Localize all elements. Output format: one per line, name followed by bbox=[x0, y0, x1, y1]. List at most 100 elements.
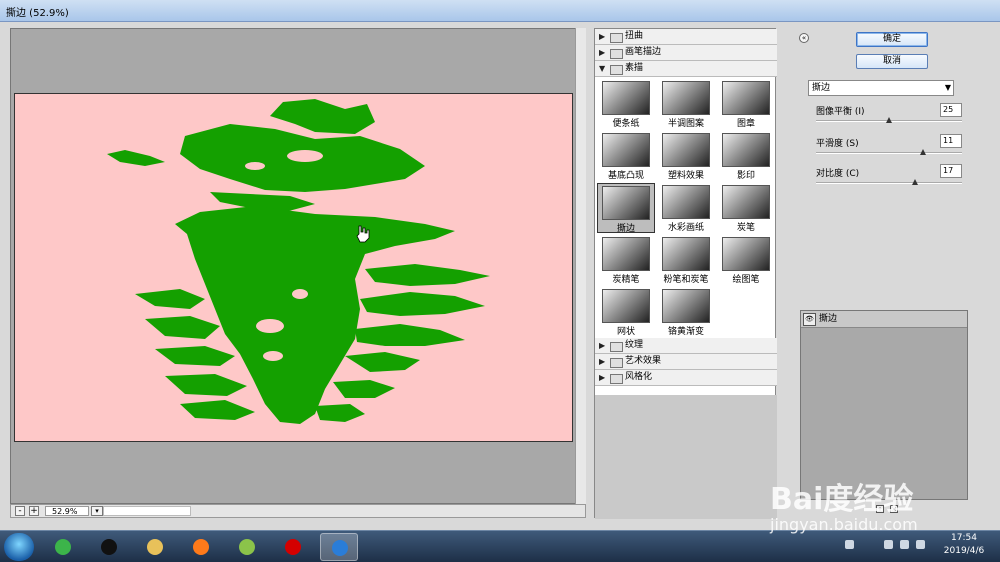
filter-preview-image bbox=[722, 133, 770, 167]
category-brush-strokes[interactable]: ▶ 画笔描边 bbox=[595, 45, 777, 61]
filter-thumb[interactable]: 塑料效果 bbox=[657, 131, 715, 181]
qq-icon bbox=[101, 539, 117, 555]
zoom-out-button[interactable]: - bbox=[15, 506, 25, 516]
cancel-button[interactable]: 取消 bbox=[856, 54, 928, 69]
filter-thumb[interactable]: 便条纸 bbox=[597, 79, 655, 129]
taskbar-app[interactable] bbox=[90, 533, 128, 561]
filter-preview-image bbox=[602, 186, 650, 220]
param-slider-smoothness[interactable] bbox=[816, 149, 962, 155]
taskbar-app[interactable] bbox=[274, 533, 312, 561]
ok-button[interactable]: 确定 bbox=[856, 32, 928, 47]
filter-thumb[interactable]: 炭笔 bbox=[717, 183, 775, 233]
zoom-in-button[interactable]: + bbox=[29, 506, 39, 516]
filter-thumb[interactable]: 水彩画纸 bbox=[657, 183, 715, 233]
filter-thumb[interactable]: 半调图案 bbox=[657, 79, 715, 129]
filter-thumb-label: 撕边 bbox=[616, 224, 635, 234]
category-artistic[interactable]: ▶ 艺术效果 bbox=[595, 354, 777, 370]
filter-thumb-label: 塑料效果 bbox=[667, 171, 704, 181]
param-input-contrast[interactable]: 17 bbox=[940, 164, 962, 178]
filter-thumb[interactable]: 图章 bbox=[717, 79, 775, 129]
clock-date: 2019/4/6 bbox=[943, 546, 985, 556]
filter-select-value: 撕边 bbox=[812, 83, 831, 93]
taskbar-app[interactable] bbox=[136, 533, 174, 561]
filter-thumb[interactable]: 炭精笔 bbox=[597, 235, 655, 285]
window-title: 撕边 (52.9%) bbox=[6, 8, 69, 19]
taskbar-app[interactable] bbox=[182, 533, 220, 561]
feather-icon bbox=[332, 540, 348, 556]
filter-thumb[interactable]: 影印 bbox=[717, 131, 775, 181]
media-icon bbox=[239, 539, 255, 555]
preview-horizontal-scrollbar[interactable] bbox=[103, 506, 191, 516]
category-sketch[interactable]: ▼ 素描 bbox=[595, 61, 777, 77]
filter-preview-image bbox=[662, 133, 710, 167]
clock-time: 17:54 bbox=[951, 533, 977, 543]
param-input-image-balance[interactable]: 25 bbox=[940, 103, 962, 117]
zoom-dropdown-icon[interactable]: ▾ bbox=[91, 506, 103, 516]
zoom-value[interactable]: 52.9% bbox=[45, 506, 89, 516]
expand-arrow-icon: ▶ bbox=[599, 48, 606, 57]
baidu-watermark-url: jingyan.baidu.com bbox=[770, 515, 918, 534]
slider-knob[interactable] bbox=[912, 179, 919, 185]
category-texture[interactable]: ▶ 纹理 bbox=[595, 338, 777, 354]
chevron-down-icon: ▼ bbox=[944, 83, 951, 92]
effect-layers-panel: 👁 撕边 bbox=[800, 310, 968, 500]
filter-thumb[interactable]: 基底凸现 bbox=[597, 131, 655, 181]
filter-preview-image bbox=[602, 237, 650, 271]
filter-thumb-label: 炭精笔 bbox=[612, 275, 640, 285]
preview-canvas[interactable] bbox=[14, 93, 573, 442]
param-slider-contrast[interactable] bbox=[816, 179, 962, 185]
taskbar-app[interactable] bbox=[228, 533, 266, 561]
folder-icon bbox=[610, 33, 623, 43]
tray-usb-icon[interactable] bbox=[884, 540, 893, 549]
param-input-smoothness[interactable]: 11 bbox=[940, 134, 962, 148]
folder-icon bbox=[610, 49, 623, 59]
folder-icon bbox=[147, 539, 163, 555]
gallery-empty-area bbox=[595, 395, 777, 519]
filter-preview-image bbox=[722, 185, 770, 219]
effect-layer-name: 撕边 bbox=[819, 314, 838, 324]
filter-select[interactable]: 撕边 ▼ bbox=[808, 80, 954, 96]
category-distort[interactable]: ▶ 扭曲 bbox=[595, 29, 777, 45]
tray-volume-icon[interactable] bbox=[916, 540, 925, 549]
param-slider-image-balance[interactable] bbox=[816, 117, 962, 123]
filter-thumb-label: 粉笔和炭笔 bbox=[663, 275, 709, 285]
eye-icon[interactable]: 👁 bbox=[803, 313, 816, 326]
preview-vertical-scrollbar[interactable] bbox=[575, 28, 586, 504]
filter-preview-image bbox=[722, 81, 770, 115]
record-icon bbox=[285, 539, 301, 555]
filter-thumb[interactable]: 铬黄渐变 bbox=[657, 287, 715, 337]
taskbar-app[interactable] bbox=[320, 533, 358, 561]
folder-icon bbox=[610, 374, 623, 384]
filter-thumb-label: 半调图案 bbox=[667, 119, 704, 129]
filter-preview-image bbox=[602, 133, 650, 167]
browser-icon bbox=[55, 539, 71, 555]
folder-open-icon bbox=[610, 65, 623, 75]
tray-flag-icon[interactable] bbox=[900, 540, 909, 549]
slider-knob[interactable] bbox=[886, 117, 892, 123]
filter-thumb-label: 网状 bbox=[616, 327, 635, 337]
filter-thumb-label: 铬黄渐变 bbox=[667, 327, 704, 337]
category-stylize[interactable]: ▶ 风格化 bbox=[595, 370, 777, 386]
filter-thumb[interactable]: 粉笔和炭笔 bbox=[657, 235, 715, 285]
tray-keyboard-icon[interactable] bbox=[845, 540, 854, 549]
filter-gallery: ▶ 扭曲 ▶ 画笔描边 ▼ 素描 ▶ 纹理 ▶ 艺术效果 ▶ 风格化 便条纸 半调… bbox=[594, 28, 777, 519]
system-clock[interactable]: 17:54 2019/4/6 bbox=[934, 532, 994, 560]
taskbar-app[interactable] bbox=[44, 533, 82, 561]
param-label-image-balance: 图像平衡 (I) bbox=[816, 107, 865, 117]
filter-thumb[interactable]: 绘图笔 bbox=[717, 235, 775, 285]
filter-thumb-label: 水彩画纸 bbox=[667, 223, 704, 233]
expand-arrow-icon: ▶ bbox=[599, 32, 606, 41]
start-button-icon[interactable] bbox=[4, 533, 34, 561]
torn-edges-shape bbox=[107, 99, 490, 424]
effect-layer-row[interactable]: 👁 撕边 bbox=[801, 311, 967, 328]
filter-preview-image bbox=[662, 185, 710, 219]
param-label-contrast: 对比度 (C) bbox=[816, 169, 860, 179]
firefox-icon bbox=[193, 539, 209, 555]
filter-thumb-label: 便条纸 bbox=[612, 119, 640, 129]
collapse-gallery-button[interactable]: « bbox=[799, 33, 809, 43]
baidu-watermark-logo: Bai度经验 bbox=[770, 482, 914, 517]
slider-knob[interactable] bbox=[919, 149, 926, 155]
filter-thumb-label: 基底凸现 bbox=[607, 171, 644, 181]
filter-thumb[interactable]: 撕边 bbox=[597, 183, 655, 234]
filter-thumb[interactable]: 网状 bbox=[597, 287, 655, 337]
